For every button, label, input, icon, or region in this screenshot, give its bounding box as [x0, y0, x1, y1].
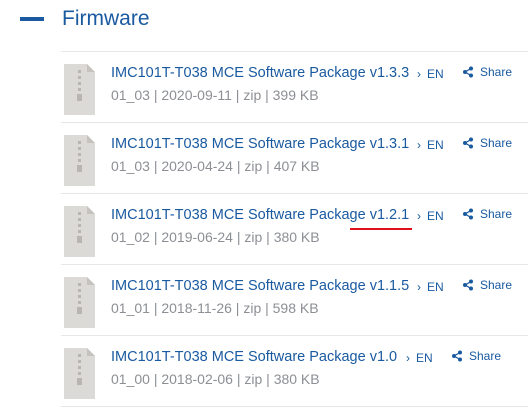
share-button[interactable]: Share	[462, 278, 512, 292]
language-link[interactable]: › EN	[406, 351, 433, 365]
chevron-right-icon: ›	[417, 138, 421, 152]
download-meta: 01_03 | 2020-09-11 | zip | 399 KB	[111, 87, 319, 103]
list-item: IMC101T-T038 MCE Software Package v1.2.1…	[61, 193, 528, 264]
list-item: IMC101T-T038 MCE Software Package v1.0 0…	[61, 335, 528, 407]
download-title-link[interactable]: IMC101T-T038 MCE Software Package v1.0	[111, 349, 397, 365]
share-icon	[463, 279, 473, 291]
share-icon	[463, 66, 473, 78]
share-icon	[463, 137, 473, 149]
download-title-link[interactable]: IMC101T-T038 MCE Software Package v1.2.1	[111, 207, 409, 223]
chevron-right-icon: ›	[417, 67, 421, 81]
language-link[interactable]: › EN	[417, 209, 444, 223]
section-title: Firmware	[62, 7, 150, 30]
share-label: Share	[480, 207, 513, 221]
language-label: EN	[427, 138, 444, 152]
share-button[interactable]: Share	[451, 349, 501, 363]
list-item: IMC101T-T038 MCE Software Package v1.3.1…	[61, 122, 528, 193]
section-header[interactable]: Firmware	[20, 4, 150, 34]
share-button[interactable]: Share	[462, 207, 512, 221]
download-meta: 01_01 | 2018-11-26 | zip | 598 KB	[111, 300, 319, 316]
language-link[interactable]: › EN	[417, 138, 444, 152]
download-title-link[interactable]: IMC101T-T038 MCE Software Package v1.3.3	[111, 65, 409, 81]
list-item: IMC101T-T038 MCE Software Package v1.3.3…	[61, 51, 528, 122]
zip-file-icon	[64, 348, 95, 399]
chevron-right-icon: ›	[406, 351, 410, 365]
collapse-icon[interactable]	[20, 17, 44, 21]
language-label: EN	[416, 351, 433, 365]
download-meta: 01_00 | 2018-02-06 | zip | 380 KB	[111, 371, 320, 387]
share-button[interactable]: Share	[462, 65, 512, 79]
list-item: IMC101T-T038 MCE Software Package v1.1.5…	[61, 264, 528, 335]
language-label: EN	[427, 280, 444, 294]
language-link[interactable]: › EN	[417, 280, 444, 294]
share-label: Share	[480, 278, 513, 292]
language-label: EN	[427, 209, 444, 223]
chevron-right-icon: ›	[417, 280, 421, 294]
zip-file-icon	[64, 64, 95, 115]
zip-file-icon	[64, 206, 95, 257]
download-meta: 01_02 | 2019-06-24 | zip | 380 KB	[111, 229, 320, 245]
language-link[interactable]: › EN	[417, 67, 444, 81]
zip-file-icon	[64, 135, 95, 186]
zip-file-icon	[64, 277, 95, 328]
language-label: EN	[427, 67, 444, 81]
download-title-link[interactable]: IMC101T-T038 MCE Software Package v1.3.1	[111, 136, 409, 152]
download-list: IMC101T-T038 MCE Software Package v1.3.3…	[61, 51, 528, 407]
version-underline	[350, 228, 412, 230]
share-label: Share	[480, 136, 513, 150]
share-icon	[452, 350, 462, 362]
chevron-right-icon: ›	[417, 209, 421, 223]
download-meta: 01_03 | 2020-04-24 | zip | 407 KB	[111, 158, 320, 174]
share-button[interactable]: Share	[462, 136, 512, 150]
share-icon	[463, 208, 473, 220]
share-label: Share	[469, 349, 502, 363]
share-label: Share	[480, 65, 513, 79]
download-title-link[interactable]: IMC101T-T038 MCE Software Package v1.1.5	[111, 278, 409, 294]
